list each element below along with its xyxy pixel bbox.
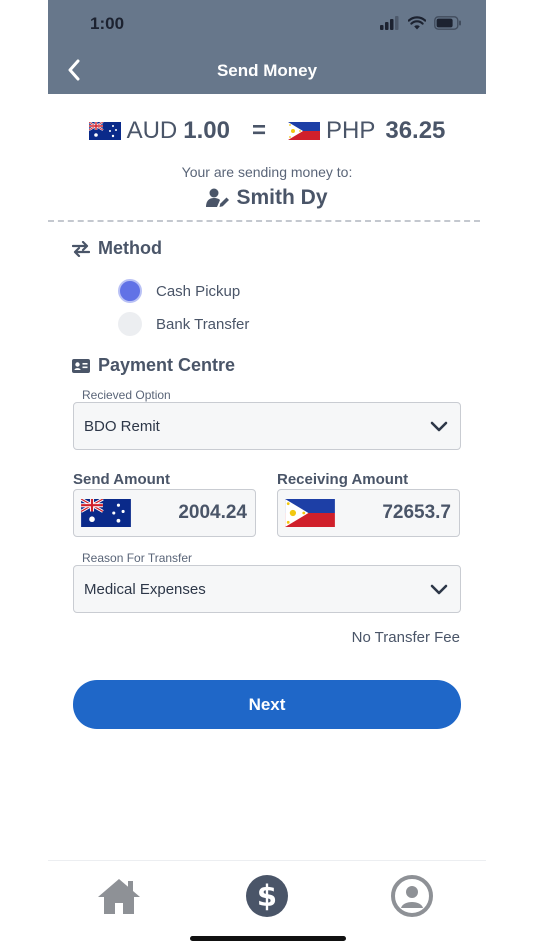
equals-sign: = (251, 117, 266, 144)
wifi-icon (408, 16, 426, 30)
transfer-fee-text: No Transfer Fee (351, 629, 460, 646)
profile-icon (391, 875, 433, 917)
user-edit-icon (206, 188, 230, 207)
send-amount-label: Send Amount (73, 471, 170, 488)
tab-profile[interactable] (389, 873, 435, 919)
next-button[interactable]: Next (73, 680, 461, 729)
payment-centre-title: Payment Centre (98, 355, 236, 375)
send-amount-field[interactable]: 2004.24 (73, 489, 256, 537)
chevron-down-icon (430, 584, 448, 594)
id-card-icon (72, 358, 90, 373)
home-indicator (190, 936, 346, 941)
to-currency: PHP (325, 117, 376, 144)
method-option-cash-pickup[interactable]: Cash Pickup (118, 279, 240, 303)
philippines-flag-icon (285, 499, 335, 527)
australia-flag-icon (88, 122, 121, 140)
received-option-label: Recieved Option (82, 388, 171, 402)
payment-centre-section-title: Payment Centre (72, 355, 235, 376)
battery-icon (434, 16, 461, 30)
dollar-icon: $ (246, 875, 288, 917)
australia-flag-icon (80, 499, 131, 527)
recipient: Smith Dy (48, 186, 486, 210)
method-section-title: Method (72, 238, 162, 259)
status-time: 1:00 (90, 14, 125, 33)
phone-screen: 1:00 Send Money AUD 1.00 = PHP 36.25 You… (48, 0, 486, 950)
to-amount: 36.25 (385, 117, 446, 144)
app-header: 1:00 Send Money (48, 0, 486, 94)
svg-text:$: $ (257, 879, 277, 913)
option-label: Bank Transfer (156, 315, 250, 333)
recipient-name: Smith Dy (236, 186, 328, 209)
received-option-value: BDO Remit (84, 417, 160, 435)
page-title: Send Money (216, 61, 318, 80)
received-option-select[interactable]: BDO Remit (73, 402, 461, 450)
tab-send-money[interactable]: $ (244, 873, 290, 919)
receiving-amount-field[interactable]: 72653.7 (277, 489, 460, 537)
divider (48, 220, 480, 222)
home-icon (98, 879, 140, 914)
option-label: Cash Pickup (156, 282, 241, 300)
philippines-flag-icon (287, 122, 320, 140)
radio-unselected[interactable] (118, 312, 142, 336)
method-title: Method (98, 238, 162, 258)
reason-select[interactable]: Medical Expenses (73, 565, 461, 613)
status-icons (380, 16, 462, 30)
reason-value: Medical Expenses (84, 580, 206, 598)
reason-label: Reason For Transfer (82, 551, 193, 565)
from-amount: 1.00 (183, 117, 230, 144)
signal-icon (380, 16, 399, 30)
chevron-down-icon (430, 421, 448, 431)
method-option-bank-transfer[interactable]: Bank Transfer (118, 312, 249, 336)
receiving-amount-value: 72653.7 (382, 502, 451, 523)
from-currency: AUD (126, 117, 178, 144)
sending-to-caption: Your are sending money to: (181, 164, 353, 180)
exchange-rate: AUD 1.00 = PHP 36.25 (48, 117, 486, 145)
send-amount-value: 2004.24 (178, 502, 247, 523)
radio-selected[interactable] (118, 279, 142, 303)
tab-home[interactable] (96, 873, 142, 919)
receiving-amount-label: Receiving Amount (277, 471, 409, 488)
exchange-arrows-icon (72, 240, 90, 257)
